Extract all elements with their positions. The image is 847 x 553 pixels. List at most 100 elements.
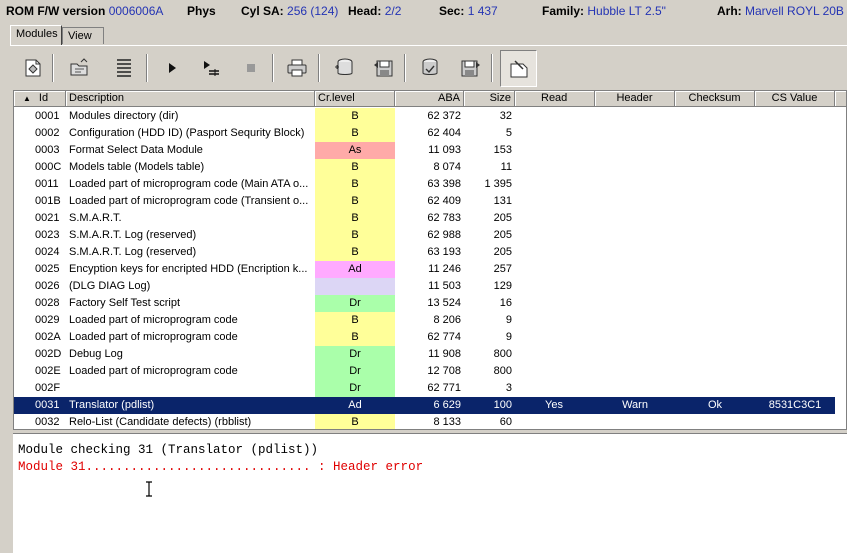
cell-aba: 6 629	[395, 397, 464, 414]
cell-aba: 12 708	[427, 365, 461, 377]
cell-desc: Loaded part of microprogram code	[69, 365, 238, 377]
cell-aba: 62 372	[427, 110, 461, 122]
disk-read-icon[interactable]	[328, 51, 360, 85]
cell-header	[595, 363, 675, 380]
cell-desc: Modules directory (dir)	[69, 110, 179, 122]
cell-header	[595, 176, 675, 193]
column-header-size[interactable]: Size	[464, 91, 515, 107]
column-header-header[interactable]: Header	[595, 91, 675, 107]
cell-aba: 11 246	[428, 263, 461, 275]
table-row[interactable]: 0021 S.M.A.R.T. B 62 783 205	[14, 210, 846, 227]
disk-check-icon[interactable]	[414, 51, 446, 85]
table-header: ▲ Id Description Cr.level ABA Size Read H…	[14, 91, 846, 107]
column-header-description[interactable]: Description	[66, 91, 315, 107]
print-icon[interactable]	[281, 51, 313, 85]
play-icon[interactable]	[156, 51, 188, 85]
table-row[interactable]: 0026 (DLG DIAG Log) 11 503 129	[14, 278, 846, 295]
cell-header	[595, 278, 675, 295]
cell-aba: 62 774	[427, 331, 461, 343]
table-row[interactable]: 0025 Encyption keys for encripted HDD (En…	[14, 261, 846, 278]
sort-ascending-icon: ▲	[23, 94, 31, 103]
table-row[interactable]: 0024 S.M.A.R.T. Log (reserved) B 63 193 205	[14, 244, 846, 261]
cell-size: 16	[499, 297, 512, 309]
cell-desc: Encyption keys for encripted HDD (Encrip…	[69, 263, 308, 275]
phys-label: Phys	[187, 4, 216, 18]
column-header-checksum[interactable]: Checksum	[675, 91, 755, 107]
step-icon[interactable]	[195, 51, 227, 85]
cell-cs	[755, 176, 835, 193]
table-row[interactable]: 002F Dr 62 771 3	[14, 380, 846, 397]
table-row[interactable]: 0011 Loaded part of microprogram code (Ma…	[14, 176, 846, 193]
column-header-cs-value[interactable]: CS Value	[755, 91, 835, 107]
table-row[interactable]: 0002 Configuration (HDD ID) (Pasport Sequ…	[14, 125, 846, 142]
column-header-aba[interactable]: ABA	[395, 91, 464, 107]
toolbar-separator	[52, 54, 54, 82]
cell-header	[595, 210, 675, 227]
cell-checksum	[675, 142, 755, 159]
log-line-error: Module 31.............................. …	[18, 460, 424, 474]
stop-icon[interactable]	[235, 51, 267, 85]
cell-desc: Loaded part of microprogram code (Main A…	[69, 178, 309, 190]
disk-write-icon[interactable]	[454, 51, 486, 85]
cell-id: 0002	[35, 127, 60, 139]
cell-header	[595, 295, 675, 312]
cell-level	[315, 278, 395, 295]
cell-aba: 63 398	[427, 178, 461, 190]
cell-size: 800	[493, 365, 512, 377]
list-view-icon[interactable]	[108, 51, 140, 85]
column-header-read[interactable]: Read	[515, 91, 595, 107]
cell-header	[595, 261, 675, 278]
cell-checksum	[675, 261, 755, 278]
cell-id: 0032	[35, 416, 60, 428]
table-row[interactable]: 0032 Relo-List (Candidate defects) (rbbli…	[14, 414, 846, 429]
module-edit-icon[interactable]	[17, 51, 49, 85]
cell-header	[595, 346, 675, 363]
sector-info: Sec: 1 437	[439, 4, 498, 18]
table-row[interactable]: 002E Loaded part of microprogram code Dr 12…	[14, 363, 846, 380]
cell-cs	[755, 193, 835, 210]
table-row[interactable]: 000C Models table (Models table) B 8 074 11	[14, 159, 846, 176]
cell-read	[515, 176, 595, 193]
table-row[interactable]: 0003 Format Select Data Module As 11 093 153	[14, 142, 846, 159]
column-header-id[interactable]: ▲ Id	[14, 91, 66, 107]
tab-modules[interactable]: Modules	[10, 25, 62, 45]
cell-cs: 8531C3C1	[755, 397, 835, 414]
cell-read	[515, 210, 595, 227]
cell-cs	[755, 346, 835, 363]
table-row[interactable]: 0023 S.M.A.R.T. Log (reserved) B 62 988 205	[14, 227, 846, 244]
cell-checksum	[675, 329, 755, 346]
cell-desc: Format Select Data Module	[69, 144, 203, 156]
cell-id: 0011	[35, 178, 59, 190]
cell-id: 0029	[35, 314, 60, 326]
cell-size: 100	[464, 397, 515, 414]
log-panel[interactable]: Module checking 31 (Translator (pdlist))…	[13, 433, 847, 553]
cell-level: B	[315, 244, 395, 261]
disk-save-icon[interactable]	[368, 51, 400, 85]
cell-cs	[755, 125, 835, 142]
column-header-level[interactable]: Cr.level	[315, 91, 395, 107]
modules-table[interactable]: ▲ Id Description Cr.level ABA Size Read H…	[13, 90, 847, 430]
table-row[interactable]: 0031 Translator (pdlist) Ad 6 629 100 Yes Warn…	[14, 397, 846, 414]
table-row[interactable]: 0028 Factory Self Test script Dr 13 524 16	[14, 295, 846, 312]
cell-header	[595, 380, 675, 397]
cell-checksum	[675, 210, 755, 227]
cell-level: Dr	[315, 346, 395, 363]
cell-id: 001B	[35, 195, 61, 207]
module-open-icon[interactable]	[63, 51, 95, 85]
cell-size: 205	[493, 229, 512, 241]
cell-desc: Translator (pdlist)	[66, 397, 315, 414]
table-row[interactable]: 0001 Modules directory (dir) B 62 372 32	[14, 108, 846, 125]
table-row[interactable]: 001B Loaded part of microprogram code (Tr…	[14, 193, 846, 210]
cell-size: 9	[505, 314, 512, 326]
cell-id: 000C	[35, 161, 62, 173]
table-row[interactable]: 002D Debug Log Dr 11 908 800	[14, 346, 846, 363]
table-row[interactable]: 0029 Loaded part of microprogram code B 8 2…	[14, 312, 846, 329]
note-icon[interactable]	[500, 50, 537, 87]
tab-view[interactable]: View	[62, 27, 104, 44]
arh-info: Arh: Marvell ROYL 20B	[717, 4, 844, 18]
table-row[interactable]: 002A Loaded part of microprogram code B 62 …	[14, 329, 846, 346]
cell-cs	[755, 159, 835, 176]
cell-cs	[755, 142, 835, 159]
cell-level: Ad	[315, 261, 395, 278]
cell-header: Warn	[595, 397, 675, 414]
